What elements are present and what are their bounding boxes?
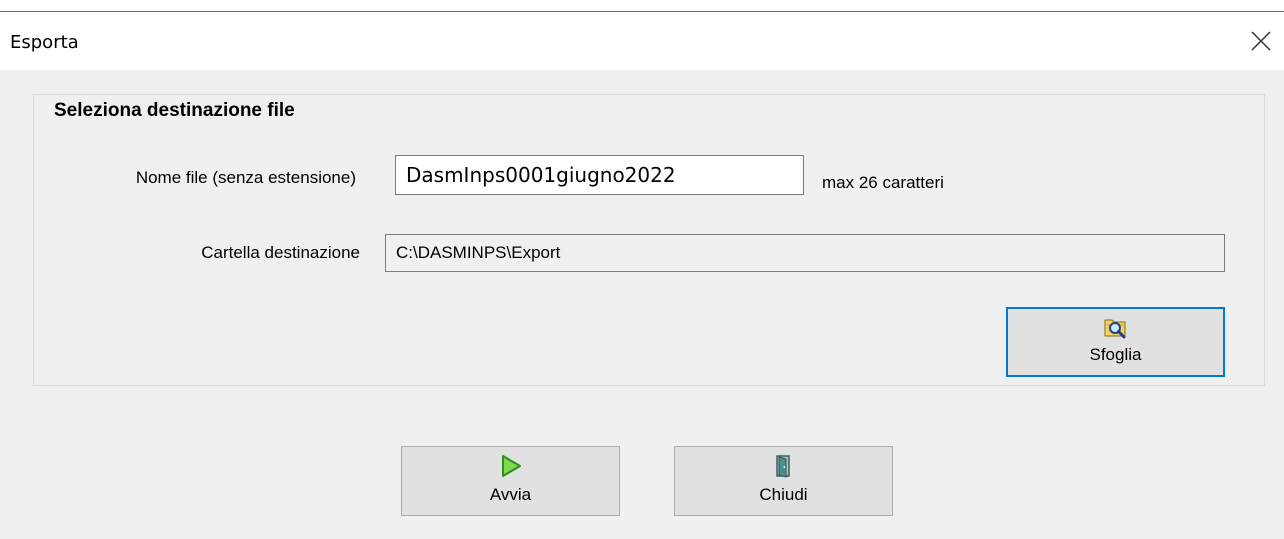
destination-folder-field: C:\DASMINPS\Export	[385, 234, 1225, 272]
exit-door-icon	[775, 455, 790, 478]
folder-search-icon	[1104, 319, 1125, 339]
max-length-hint: max 26 caratteri	[822, 173, 944, 192]
start-button-label: Avvia	[489, 485, 532, 504]
start-button[interactable]: Avvia	[401, 446, 620, 516]
destination-folder-label: Cartella destinazione	[201, 243, 360, 262]
file-name-input[interactable]	[395, 155, 804, 195]
close-button-label: Chiudi	[759, 485, 808, 504]
file-name-label: Nome file (senza estensione)	[135, 168, 356, 187]
background-window-edge	[0, 0, 1284, 12]
close-icon[interactable]	[1248, 28, 1274, 54]
title-bar: Esporta	[0, 12, 1284, 70]
window-title: Esporta	[10, 32, 79, 53]
groupbox-title: Seleziona destinazione file	[50, 100, 299, 122]
close-button[interactable]: Chiudi	[674, 446, 893, 516]
dialog-body: Seleziona destinazione file Nome file (s…	[0, 70, 1284, 539]
browse-button-label: Sfoglia	[1089, 345, 1142, 364]
play-icon	[501, 455, 521, 477]
browse-button[interactable]: Sfoglia	[1006, 307, 1225, 377]
